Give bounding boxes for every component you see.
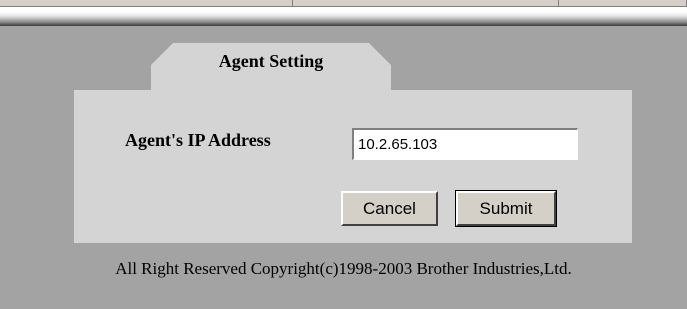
cancel-button[interactable]: Cancel — [341, 191, 438, 226]
ip-address-input[interactable] — [352, 128, 578, 160]
top-frame-cell-middle — [293, 0, 559, 7]
agent-setting-tab: Agent Setting — [151, 43, 391, 91]
submit-button[interactable]: Submit — [455, 190, 557, 227]
top-frame-cell-left — [0, 0, 293, 7]
top-frame-cell-right — [559, 0, 687, 7]
top-frame-divider — [0, 12, 687, 26]
copyright-footer: All Right Reserved Copyright(c)1998-2003… — [115, 259, 572, 278]
top-frame-bar — [0, 0, 687, 26]
ip-address-label: Agent's IP Address — [125, 130, 271, 150]
tab-title: Agent Setting — [218, 51, 324, 71]
